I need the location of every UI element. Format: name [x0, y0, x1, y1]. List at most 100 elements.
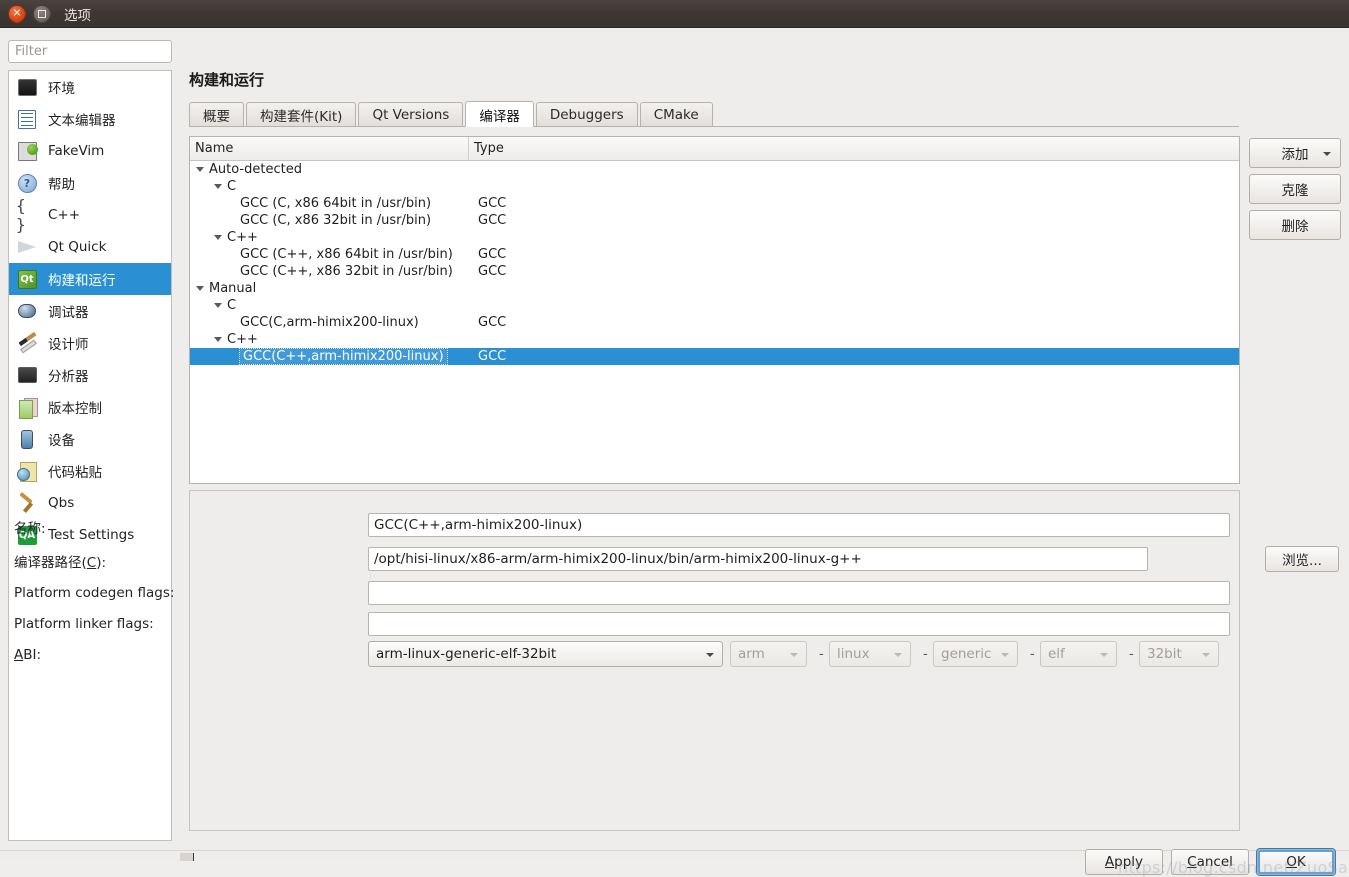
tab-2[interactable]: Qt Versions	[358, 102, 463, 126]
abi-label-mnemonic: A	[14, 647, 23, 663]
table-row[interactable]: GCC (C++, x86 32bit in /usr/bin)GCC	[190, 263, 1239, 280]
sidebar-item-0[interactable]: 环境	[9, 71, 171, 103]
table-row[interactable]: GCC (C, x86 32bit in /usr/bin) GCC	[190, 212, 1239, 229]
column-header-name[interactable]: Name	[190, 137, 469, 160]
tree-row-name: GCC (C++, x86 32bit in /usr/bin)	[190, 264, 469, 279]
sidebar-item-label: FakeVim	[48, 143, 104, 159]
codegen-flags-input[interactable]	[368, 581, 1230, 605]
sidebar-item-label: C++	[48, 207, 80, 223]
name-input[interactable]	[368, 513, 1230, 537]
compiler-tree[interactable]: Name Type Auto-detectedCGCC (C, x86 64bi…	[189, 136, 1240, 484]
tree-row-label: GCC(C++,arm-himix200-linux)	[240, 349, 447, 364]
tree-header: Name Type	[190, 137, 1239, 161]
abi-part-value: elf	[1048, 646, 1065, 662]
table-row[interactable]: GCC (C, x86 64bit in /usr/bin)GCC	[190, 195, 1239, 212]
maximize-icon[interactable]	[33, 5, 51, 23]
apply-button[interactable]: Apply	[1085, 849, 1163, 875]
tree-row-label: C++	[227, 332, 258, 347]
sidebar-item-6[interactable]: Qt构建和运行	[9, 263, 171, 295]
tree-row-type: GCC	[469, 213, 506, 228]
environment-icon	[16, 76, 38, 98]
ok-button[interactable]: OK	[1257, 849, 1335, 875]
abi-select[interactable]: arm-linux-generic-elf-32bit	[368, 641, 723, 667]
table-row[interactable]: C	[190, 178, 1239, 195]
sidebar-item-2[interactable]: FakeVim	[9, 135, 171, 167]
sidebar-item-label: Test Settings	[48, 527, 134, 543]
filter-input[interactable]	[8, 40, 172, 63]
abi-part-value: arm	[738, 646, 765, 662]
clone-button-label: 克隆	[1282, 179, 1309, 199]
add-button[interactable]: 添加	[1249, 138, 1341, 168]
cancel-button[interactable]: Cancel	[1171, 849, 1249, 875]
tree-row-name: GCC (C++, x86 64bit in /usr/bin)	[190, 247, 469, 262]
table-row[interactable]: Auto-detected	[190, 161, 1239, 178]
tree-row-name: GCC(C,arm-himix200-linux)	[190, 315, 469, 330]
sidebar-item-13[interactable]: Qbs	[9, 487, 171, 519]
browse-button[interactable]: 浏览...	[1265, 546, 1339, 572]
chevron-down-icon	[1323, 152, 1331, 156]
expand-arrow-icon[interactable]	[214, 303, 222, 308]
tab-0[interactable]: 概要	[189, 102, 244, 126]
linker-flags-input[interactable]	[368, 612, 1230, 636]
tree-row-name: GCC (C, x86 32bit in /usr/bin)	[190, 213, 469, 228]
column-header-type[interactable]: Type	[469, 137, 1239, 160]
sidebar-item-1[interactable]: 文本编辑器	[9, 103, 171, 135]
browse-button-label: 浏览...	[1282, 549, 1322, 569]
expand-arrow-icon[interactable]	[214, 337, 222, 342]
expand-arrow-icon[interactable]	[196, 286, 204, 291]
abi-part-value: linux	[837, 646, 870, 662]
window-titlebar: ✕ 选项	[0, 0, 1349, 28]
table-row[interactable]: GCC (C++, x86 64bit in /usr/bin)GCC	[190, 246, 1239, 263]
close-icon[interactable]: ✕	[8, 5, 26, 23]
sidebar-item-7[interactable]: 调试器	[9, 295, 171, 327]
tab-5[interactable]: CMake	[640, 102, 713, 126]
table-row[interactable]: C++	[190, 229, 1239, 246]
table-row[interactable]: C++	[190, 331, 1239, 348]
tree-row-name: Manual	[190, 281, 469, 296]
delete-button-label: 删除	[1282, 215, 1309, 235]
options-dialog: 环境文本编辑器 FakeVim ?帮助{ }C++Qt QuickQt构建和运行调试…	[0, 28, 1349, 861]
sidebar-item-11[interactable]: 设备	[9, 423, 171, 455]
sidebar-item-10[interactable]: 版本控制	[9, 391, 171, 423]
delete-button[interactable]: 删除	[1249, 210, 1341, 240]
abi-part-select-1: linux	[829, 641, 911, 667]
tree-row-label: GCC (C, x86 32bit in /usr/bin)	[240, 213, 431, 228]
sidebar-item-9[interactable]: 分析器	[9, 359, 171, 391]
sidebar-item-3[interactable]: ?帮助	[9, 167, 171, 199]
expand-arrow-icon[interactable]	[214, 184, 222, 189]
tree-row-label: GCC(C,arm-himix200-linux)	[240, 315, 419, 330]
tab-bar[interactable]: 概要构建套件(Kit)Qt Versions编译器DebuggersCMake	[189, 102, 1239, 127]
tab-1[interactable]: 构建套件(Kit)	[246, 102, 356, 126]
compiler-path-input[interactable]	[368, 547, 1148, 571]
analyzer-icon	[16, 364, 38, 386]
abi-select-value: arm-linux-generic-elf-32bit	[376, 646, 556, 662]
tree-row-name: GCC(C++,arm-himix200-linux)	[190, 349, 469, 364]
sidebar-item-5[interactable]: Qt Quick	[9, 231, 171, 263]
abi-label: ABI:	[14, 647, 41, 663]
sidebar-item-12[interactable]: 代码粘贴	[9, 455, 171, 487]
table-row[interactable]: GCC(C,arm-himix200-linux)GCC	[190, 314, 1239, 331]
sidebar-item-8[interactable]: 设计师	[9, 327, 171, 359]
table-row[interactable]: C	[190, 297, 1239, 314]
category-list[interactable]: 环境文本编辑器 FakeVim ?帮助{ }C++Qt QuickQt构建和运行调试…	[8, 70, 172, 841]
sidebar-item-label: 文本编辑器	[48, 109, 116, 129]
expand-arrow-icon[interactable]	[214, 235, 222, 240]
expand-arrow-icon[interactable]	[196, 167, 204, 172]
table-row[interactable]: GCC(C++,arm-himix200-linux)GCC	[190, 348, 1239, 365]
sidebar-item-label: 环境	[48, 77, 75, 97]
device-icon	[16, 428, 38, 450]
chevron-down-icon	[1001, 653, 1009, 657]
sidebar-item-label: 设备	[48, 429, 75, 449]
table-row[interactable]: Manual	[190, 280, 1239, 297]
abi-label-post: BI:	[23, 647, 41, 663]
chevron-down-icon	[706, 653, 714, 657]
abi-separator: -	[1129, 647, 1134, 662]
window-title: 选项	[64, 4, 91, 24]
tab-3[interactable]: 编译器	[465, 101, 534, 127]
clone-button[interactable]: 克隆	[1249, 174, 1341, 204]
tree-row-type: GCC	[469, 196, 506, 211]
sidebar-item-label: 代码粘贴	[48, 461, 102, 481]
resize-grip[interactable]	[180, 853, 194, 861]
tab-4[interactable]: Debuggers	[536, 102, 638, 126]
sidebar-item-4[interactable]: { }C++	[9, 199, 171, 231]
